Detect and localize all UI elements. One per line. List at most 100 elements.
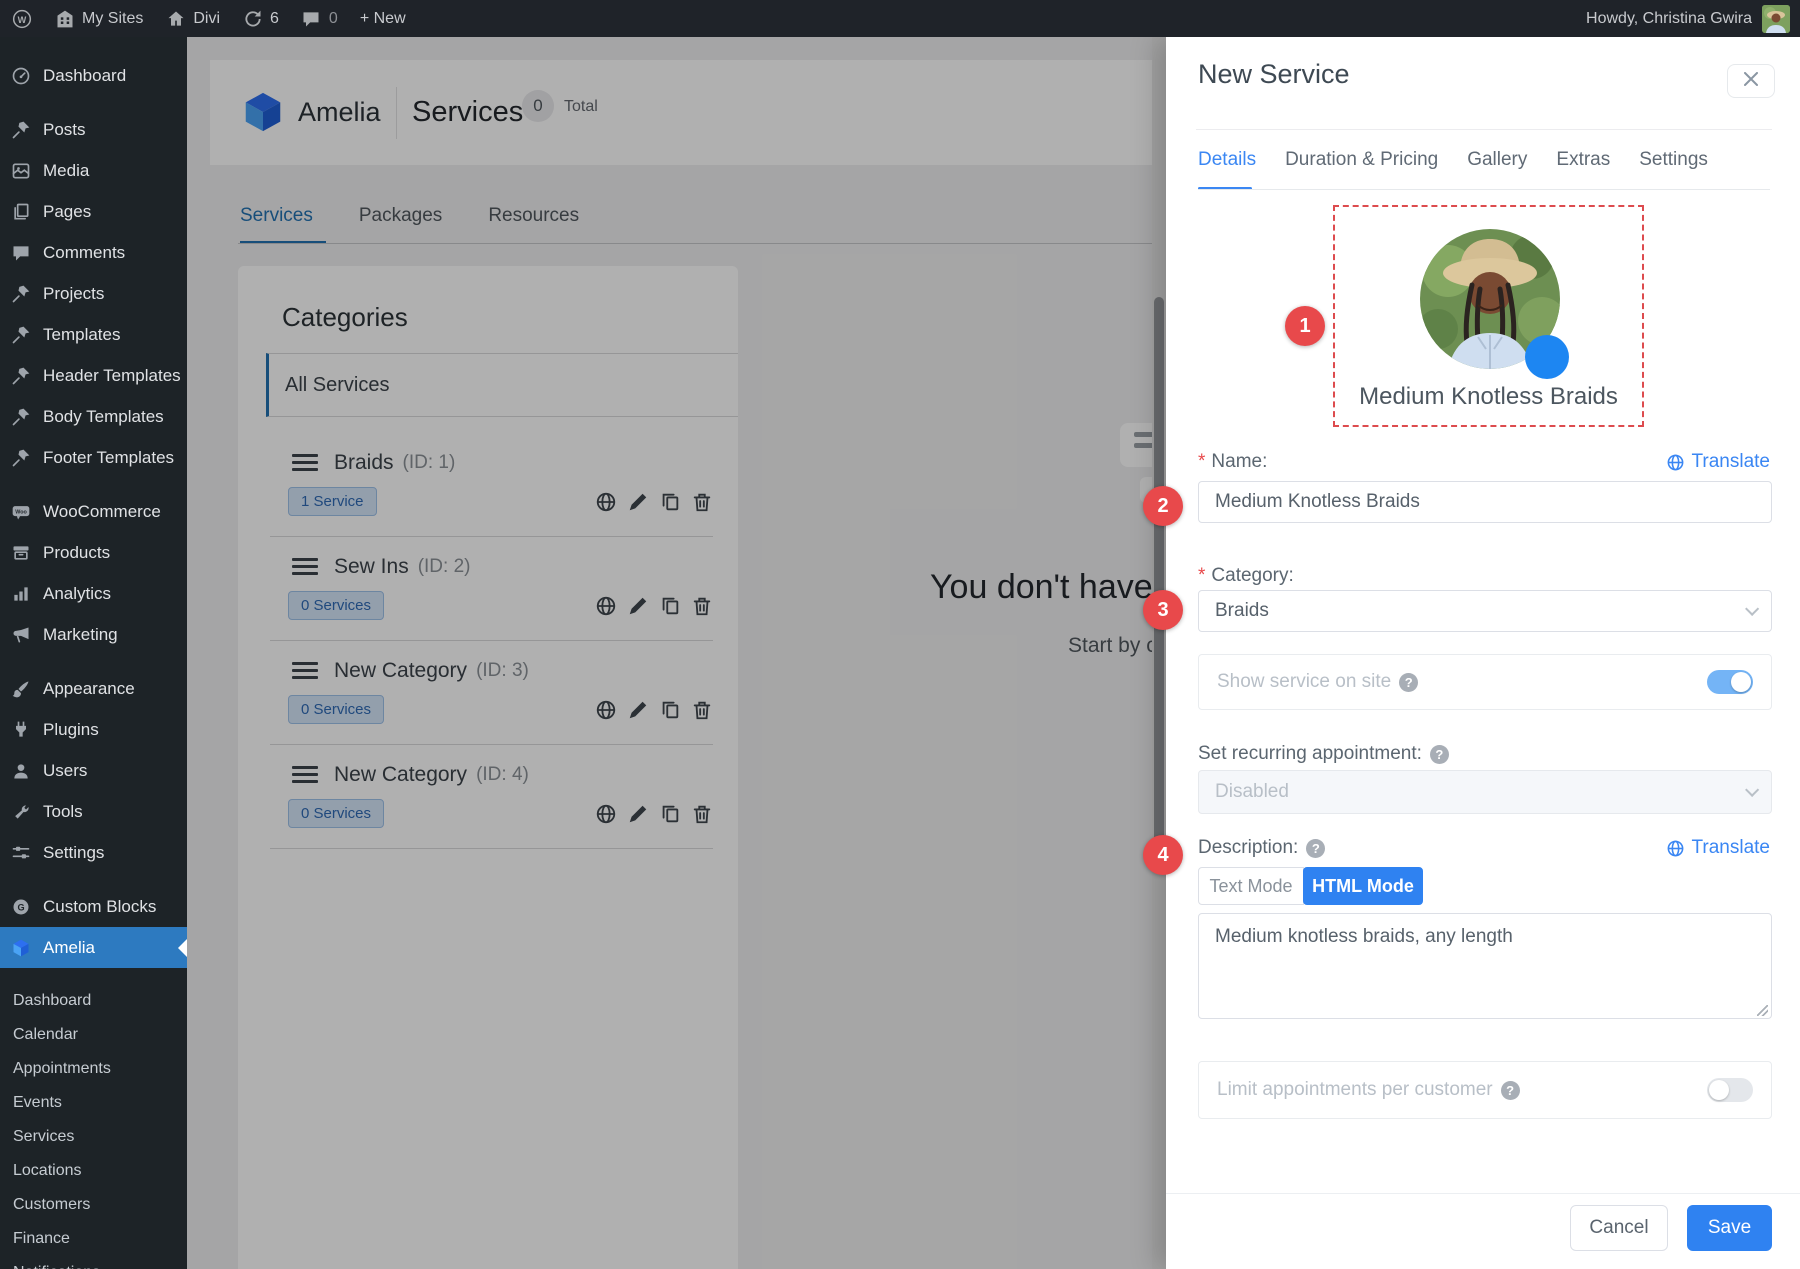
sidebar-item-marketing[interactable]: Marketing (0, 614, 187, 655)
recurring-label-row: Set recurring appointment: ? (1198, 743, 1770, 765)
sidebar-item-tools[interactable]: Tools (0, 791, 187, 832)
description-textarea[interactable] (1198, 913, 1772, 1019)
products-icon (10, 542, 32, 564)
translate-globe-icon (1666, 453, 1685, 472)
photo-edit-button[interactable] (1525, 335, 1569, 379)
gauge-icon (10, 65, 32, 87)
submenu-item-calendar[interactable]: Calendar (13, 1018, 187, 1052)
annotation-badge-2: 2 (1143, 486, 1183, 526)
sidebar-item-label: Appearance (43, 679, 135, 699)
sidebar-item-pages[interactable]: Pages (0, 191, 187, 232)
updates-menu[interactable]: 6 (231, 0, 290, 37)
comments-menu[interactable]: 0 (290, 0, 349, 37)
help-icon[interactable]: ? (1306, 839, 1325, 858)
panel-tab-details[interactable]: Details (1198, 149, 1256, 171)
comment-count: 0 (329, 10, 338, 28)
submenu-item-finance[interactable]: Finance (13, 1222, 187, 1256)
comment-icon (10, 242, 32, 264)
pin-icon (10, 119, 32, 141)
screen: W My Sites Divi 6 0 + (0, 0, 1800, 1269)
sidebar-item-label: Posts (43, 120, 86, 140)
html-mode-button[interactable]: HTML Mode (1303, 867, 1423, 905)
site-menu[interactable]: Divi (154, 0, 231, 37)
sidebar-item-label: Footer Templates (43, 448, 174, 468)
sidebar-item-footer-templates[interactable]: Footer Templates (0, 437, 187, 478)
service-photo-dropzone[interactable]: Medium Knotless Braids (1333, 205, 1644, 427)
sidebar-item-custom-blocks[interactable]: G Custom Blocks (0, 886, 187, 927)
required-asterisk: * (1198, 565, 1205, 587)
panel-tab-gallery[interactable]: Gallery (1467, 149, 1527, 171)
panel-tab-extras[interactable]: Extras (1556, 149, 1610, 171)
new-content-menu[interactable]: + New (349, 0, 417, 37)
updates-icon (242, 8, 263, 29)
category-label: Category: (1211, 565, 1293, 587)
wrench-icon (10, 801, 32, 823)
translate-globe-icon (1666, 839, 1685, 858)
cancel-button[interactable]: Cancel (1570, 1205, 1668, 1251)
sidebar-item-dashboard[interactable]: Dashboard (0, 55, 187, 96)
wp-logo-menu[interactable]: W (0, 0, 43, 37)
wp-admin-bar: W My Sites Divi 6 0 + (0, 0, 1800, 37)
description-translate-button[interactable]: Translate (1666, 837, 1771, 859)
sidebar-item-projects[interactable]: Projects (0, 273, 187, 314)
help-icon[interactable]: ? (1399, 673, 1418, 692)
recurring-select[interactable]: Disabled (1198, 770, 1772, 814)
category-select[interactable]: Braids (1198, 590, 1772, 632)
sidebar-item-media[interactable]: Media (0, 150, 187, 191)
sidebar-menu: Dashboard Posts Media Pages Comments Pro… (0, 37, 187, 968)
site-name-label: Divi (193, 10, 220, 28)
panel-tab-duration-pricing[interactable]: Duration & Pricing (1285, 149, 1438, 171)
my-sites-menu[interactable]: My Sites (43, 0, 154, 37)
user-avatar (1762, 5, 1790, 33)
sidebar-item-woocommerce[interactable]: Woo WooCommerce (0, 491, 187, 532)
submenu-item-locations[interactable]: Locations (13, 1154, 187, 1188)
pages-icon (10, 201, 32, 223)
admin-bar-account[interactable]: Howdy, Christina Gwira (1586, 5, 1800, 33)
plugin-icon (10, 719, 32, 741)
limit-toggle[interactable] (1707, 1078, 1753, 1102)
category-value: Braids (1215, 600, 1269, 622)
limit-appointments-option: Limit appointments per customer ? (1198, 1061, 1772, 1119)
sidebar-item-plugins[interactable]: Plugins (0, 709, 187, 750)
sidebar-item-comments[interactable]: Comments (0, 232, 187, 273)
sidebar-item-products[interactable]: Products (0, 532, 187, 573)
submenu-item-services[interactable]: Services (13, 1120, 187, 1154)
submenu-item-customers[interactable]: Customers (13, 1188, 187, 1222)
my-sites-label: My Sites (82, 10, 143, 28)
sidebar-item-label: Products (43, 543, 110, 563)
panel-tab-settings[interactable]: Settings (1639, 149, 1708, 171)
sidebar-item-posts[interactable]: Posts (0, 109, 187, 150)
blocks-icon: G (10, 896, 32, 918)
name-translate-button[interactable]: Translate (1666, 451, 1771, 473)
submenu-item-appointments[interactable]: Appointments (13, 1052, 187, 1086)
limit-label: Limit appointments per customer (1217, 1079, 1493, 1101)
save-button[interactable]: Save (1687, 1205, 1772, 1251)
sidebar-item-label: Header Templates (43, 366, 181, 386)
submenu-item-events[interactable]: Events (13, 1086, 187, 1120)
translate-label: Translate (1692, 451, 1771, 473)
description-label: Description: (1198, 837, 1298, 859)
sidebar-item-settings[interactable]: Settings (0, 832, 187, 873)
sidebar-item-header-templates[interactable]: Header Templates (0, 355, 187, 396)
sidebar-item-amelia[interactable]: Amelia (0, 927, 187, 968)
brush-icon (10, 678, 32, 700)
panel-header-divider (1196, 129, 1772, 130)
sidebar-item-templates[interactable]: Templates (0, 314, 187, 355)
close-button[interactable] (1727, 64, 1775, 98)
sidebar-item-body-templates[interactable]: Body Templates (0, 396, 187, 437)
name-input[interactable] (1198, 481, 1772, 523)
submenu-item-notifications[interactable]: Notifications (13, 1256, 187, 1269)
sidebar-item-users[interactable]: Users (0, 750, 187, 791)
text-mode-button[interactable]: Text Mode (1198, 867, 1304, 905)
help-icon[interactable]: ? (1430, 745, 1449, 764)
help-icon[interactable]: ? (1501, 1081, 1520, 1100)
chevron-down-icon (1745, 602, 1759, 616)
recurring-value: Disabled (1215, 781, 1289, 803)
show-service-toggle[interactable] (1707, 670, 1753, 694)
sidebar-item-appearance[interactable]: Appearance (0, 668, 187, 709)
sidebar-item-analytics[interactable]: Analytics (0, 573, 187, 614)
submenu-item-dashboard[interactable]: Dashboard (13, 984, 187, 1018)
category-label-row: * Category: (1198, 565, 1770, 587)
network-sites-icon (54, 8, 75, 29)
sidebar-item-label: Plugins (43, 720, 99, 740)
